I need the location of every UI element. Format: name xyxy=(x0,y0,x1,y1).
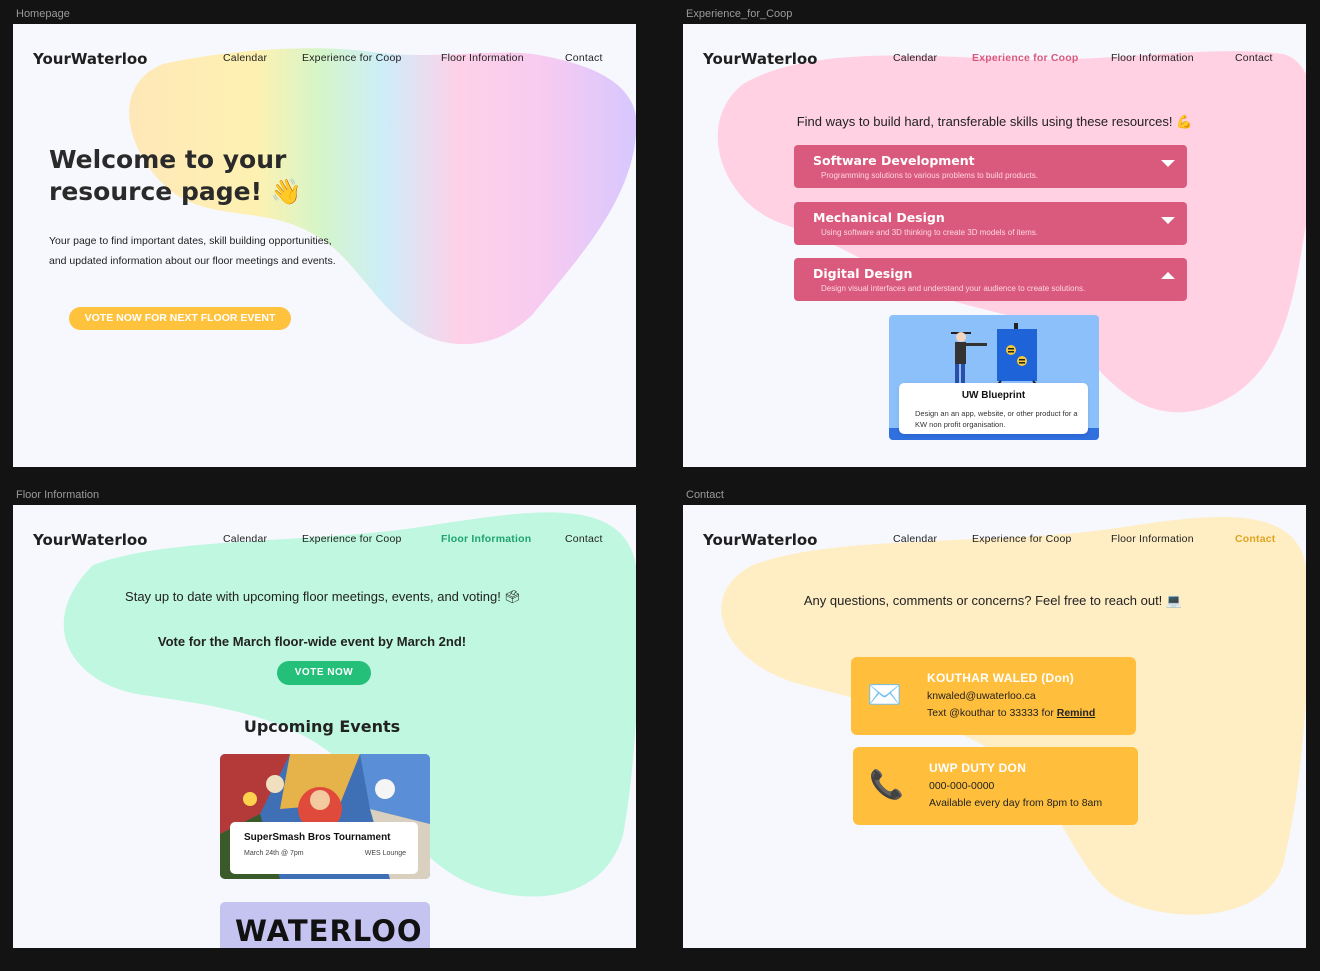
contact-remind-line: Text @kouthar to 33333 for Remind xyxy=(927,707,1095,719)
accordion-subtitle: Using software and 3D thinking to create… xyxy=(821,228,1038,237)
accordion-title: Digital Design xyxy=(813,266,913,281)
contact-availability: Available every day from 8pm to 8am xyxy=(929,797,1103,809)
nav-contact[interactable]: Contact xyxy=(1235,533,1275,545)
remind-link[interactable]: Remind xyxy=(1057,707,1096,719)
event-location: WES Lounge xyxy=(364,850,406,857)
contact-email[interactable]: knwaled@uwaterloo.ca xyxy=(927,690,1036,702)
project-info: UW Blueprint Design an an app, website, … xyxy=(899,383,1088,434)
nav-coop[interactable]: Experience for Coop xyxy=(302,52,402,64)
project-title: UW Blueprint xyxy=(961,390,1026,401)
vote-deadline-text: Vote for the March floor-wide event by M… xyxy=(157,634,467,649)
nav-floor[interactable]: Floor Information xyxy=(441,533,531,545)
coop-frame: YourWaterloo Calendar Experience for Coo… xyxy=(683,24,1306,467)
contact-card-don[interactable]: ✉️ KOUTHAR WALED (Don) knwaled@uwaterloo… xyxy=(851,657,1136,735)
envelope-icon: ✉️ xyxy=(867,678,902,711)
homepage-frame: YourWaterloo Calendar Experience for Coo… xyxy=(13,24,636,467)
frame-label-contact: Contact xyxy=(686,489,724,501)
nav-calendar[interactable]: Calendar xyxy=(893,52,937,64)
accordion-software-development[interactable]: Software Development Programming solutio… xyxy=(794,145,1187,188)
frame-label-floor: Floor Information xyxy=(16,489,100,501)
caret-down-icon[interactable] xyxy=(1161,217,1175,224)
frame-label-homepage: Homepage xyxy=(16,8,70,20)
waterloo-banner-text: WATERLOO xyxy=(235,914,423,948)
nav-floor[interactable]: Floor Information xyxy=(1111,533,1194,545)
frame-label-coop: Experience_for_Coop xyxy=(686,8,793,20)
page-title: Welcome to your resource page! 👋 xyxy=(49,145,302,206)
phone-icon: 📞 xyxy=(869,768,904,801)
event-date: March 24th @ 7pm xyxy=(244,850,304,857)
accordion-digital-design[interactable]: Digital Design Design visual interfaces … xyxy=(794,258,1187,301)
accordion-subtitle: Programming solutions to various problem… xyxy=(821,171,1038,180)
contact-name: UWP DUTY DON xyxy=(929,761,1027,775)
nav-calendar[interactable]: Calendar xyxy=(223,52,267,64)
nav-contact[interactable]: Contact xyxy=(565,533,603,545)
nav-floor[interactable]: Floor Information xyxy=(441,52,524,64)
coop-intro: Find ways to build hard, transferable sk… xyxy=(796,114,1193,129)
contact-intro: Any questions, comments or concerns? Fee… xyxy=(803,593,1183,608)
event-title: SuperSmash Bros Tournament xyxy=(244,832,391,843)
brand-logo[interactable]: YourWaterloo xyxy=(703,50,818,68)
project-card[interactable]: UW Blueprint Design an an app, website, … xyxy=(889,315,1099,440)
vote-next-event-button[interactable]: VOTE NOW FOR NEXT FLOOR EVENT xyxy=(69,307,291,330)
event-card[interactable]: SuperSmash Bros Tournament March 24th @ … xyxy=(220,754,430,879)
brand-logo[interactable]: YourWaterloo xyxy=(33,531,148,549)
floor-frame: YourWaterloo Calendar Experience for Coo… xyxy=(13,505,636,948)
upcoming-events-heading: Upcoming Events xyxy=(243,717,401,736)
contact-phone[interactable]: 000-000-0000 xyxy=(929,780,994,792)
nav-contact[interactable]: Contact xyxy=(1235,52,1273,64)
contact-name: KOUTHAR WALED (Don) xyxy=(927,671,1075,685)
nav-coop[interactable]: Experience for Coop xyxy=(972,533,1072,545)
nav-calendar[interactable]: Calendar xyxy=(893,533,937,545)
contact-frame: YourWaterloo Calendar Experience for Coo… xyxy=(683,505,1306,948)
nav-calendar[interactable]: Calendar xyxy=(223,533,267,545)
remind-prefix: Text @kouthar to 33333 for xyxy=(927,707,1057,719)
caret-up-icon[interactable] xyxy=(1161,272,1175,279)
accordion-mechanical-design[interactable]: Mechanical Design Using software and 3D … xyxy=(794,202,1187,245)
contact-card-duty-don[interactable]: 📞 UWP DUTY DON 000-000-0000 Available ev… xyxy=(853,747,1138,825)
event-info: SuperSmash Bros Tournament March 24th @ … xyxy=(230,822,418,874)
caret-down-icon[interactable] xyxy=(1161,160,1175,167)
nav-coop[interactable]: Experience for Coop xyxy=(302,533,402,545)
accordion-title: Software Development xyxy=(813,153,975,168)
easel-illustration-icon xyxy=(951,323,1038,385)
vote-now-button[interactable]: VOTE NOW xyxy=(277,661,371,685)
brand-logo[interactable]: YourWaterloo xyxy=(33,50,148,68)
page-description: Your page to find important dates, skill… xyxy=(49,235,336,267)
nav-contact[interactable]: Contact xyxy=(565,52,603,64)
waterloo-banner-card[interactable]: WATERLOO xyxy=(220,902,430,948)
nav-floor[interactable]: Floor Information xyxy=(1111,52,1194,64)
nav-coop[interactable]: Experience for Coop xyxy=(972,52,1079,64)
project-description: Design an an app, website, or other prod… xyxy=(915,409,1078,429)
floor-intro: Stay up to date with upcoming floor meet… xyxy=(125,589,521,604)
accordion-title: Mechanical Design xyxy=(813,210,945,225)
accordion-subtitle: Design visual interfaces and understand … xyxy=(821,284,1086,293)
brand-logo[interactable]: YourWaterloo xyxy=(703,531,818,549)
